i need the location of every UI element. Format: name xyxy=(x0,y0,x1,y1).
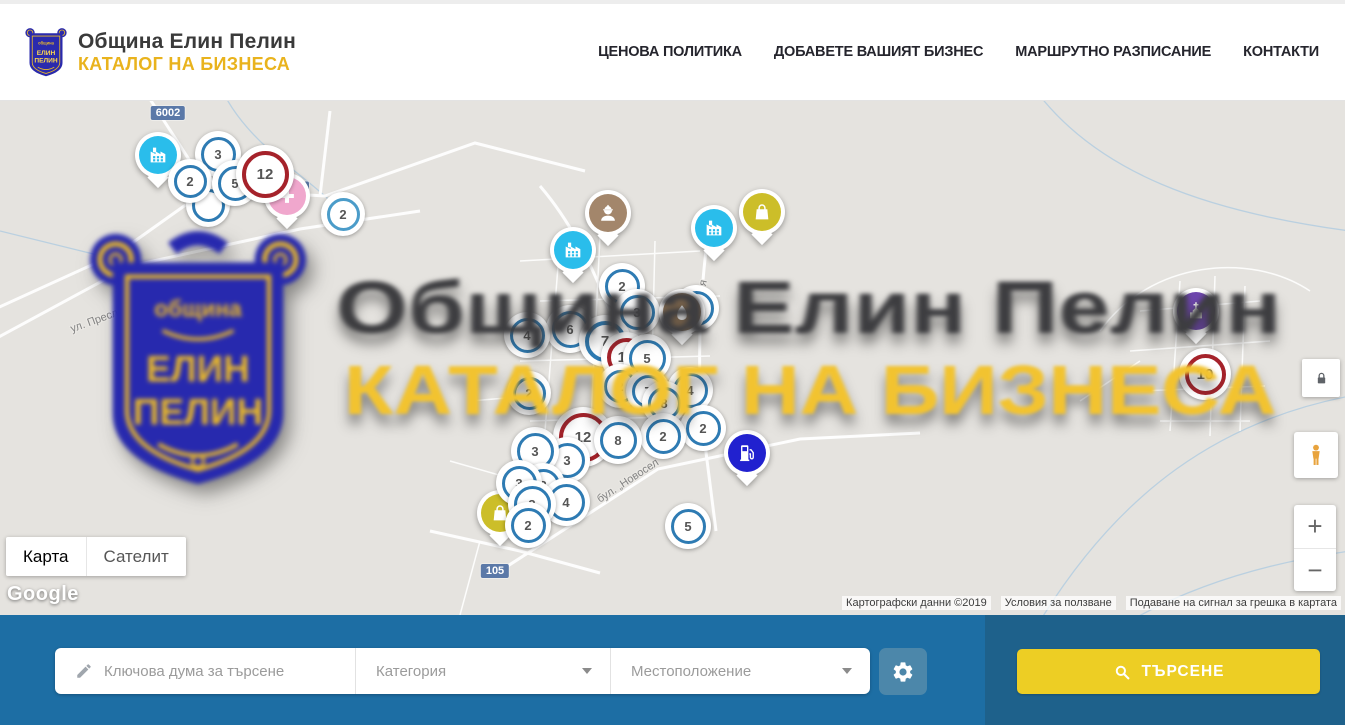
cluster-marker[interactable]: 2 xyxy=(168,159,212,203)
cluster-count: 12 xyxy=(242,151,289,198)
chevron-down-icon xyxy=(582,668,592,674)
advanced-settings-button[interactable] xyxy=(879,648,927,695)
gear-icon xyxy=(891,660,915,684)
report-error-link[interactable]: Подаване на сигнал за грешка в картата xyxy=(1126,596,1341,610)
map-type-satellite-button[interactable]: Сателит xyxy=(86,537,186,576)
google-logo[interactable]: Google xyxy=(7,583,79,606)
pegman-icon xyxy=(1303,440,1329,470)
svg-text:ЕЛИН: ЕЛИН xyxy=(37,50,56,57)
nav-contacts[interactable]: КОНТАКТИ xyxy=(1243,44,1319,60)
cluster-count: 2 xyxy=(327,198,360,231)
church-icon xyxy=(1177,292,1215,330)
map-type-map-button[interactable]: Карта xyxy=(6,537,86,576)
road-badge: 105 xyxy=(481,564,509,578)
location-select[interactable]: Местоположение xyxy=(610,648,870,694)
cluster-marker[interactable]: 4 xyxy=(504,312,550,358)
lock-icon xyxy=(1313,370,1330,387)
pegman-button[interactable] xyxy=(1294,432,1338,478)
cluster-marker[interactable]: 8 xyxy=(594,416,642,464)
cluster-marker[interactable]: 2 xyxy=(321,192,365,236)
droplet-pin[interactable] xyxy=(659,289,705,347)
cluster-count: 5 xyxy=(671,509,706,544)
church-pin[interactable] xyxy=(1173,288,1219,346)
droplet-icon xyxy=(663,293,701,331)
search-form: Категория Местоположение xyxy=(55,648,870,694)
site-logo[interactable]: община ЕЛИН ПЕЛИН Община Елин Пелин КАТА… xyxy=(24,24,296,80)
cluster-count: 10 xyxy=(1185,354,1226,395)
pencil-icon xyxy=(75,662,93,680)
factory-icon xyxy=(695,209,733,247)
nav-pricing-policy[interactable]: ЦЕНОВА ПОЛИТИКА xyxy=(598,44,742,60)
cluster-count: 2 xyxy=(511,508,546,543)
map-type-control: Карта Сателит xyxy=(6,537,186,576)
category-select[interactable]: Категория xyxy=(355,648,610,694)
svg-text:община: община xyxy=(38,40,55,45)
terms-link[interactable]: Условия за ползване xyxy=(1001,596,1116,610)
svg-text:ПЕЛИН: ПЕЛИН xyxy=(34,57,58,64)
site-subtitle: КАТАЛОГ НА БИЗНЕСА xyxy=(78,54,296,75)
cluster-count: 2 xyxy=(513,377,546,410)
search-icon xyxy=(1113,663,1131,681)
location-label: Местоположение xyxy=(631,663,751,680)
category-label: Категория xyxy=(376,663,446,680)
road-badge: 6002 xyxy=(151,106,185,120)
site-title: Община Елин Пелин xyxy=(78,30,296,54)
search-button-label: ТЪРСЕНЕ xyxy=(1142,663,1225,681)
search-bar: Категория Местоположение ТЪРСЕНЕ xyxy=(0,615,1345,725)
municipality-emblem-icon: община ЕЛИН ПЕЛИН xyxy=(24,24,68,80)
keyword-field xyxy=(55,648,355,694)
keyword-input[interactable] xyxy=(104,663,334,680)
cluster-marker[interactable]: 5 xyxy=(665,503,711,549)
factory-pin[interactable] xyxy=(550,227,596,285)
cluster-count: 8 xyxy=(600,422,637,459)
shopping-bag-pin[interactable] xyxy=(739,189,785,247)
lock-button[interactable] xyxy=(1302,359,1340,397)
cluster-marker[interactable]: 2 xyxy=(507,371,551,415)
search-button[interactable]: ТЪРСЕНЕ xyxy=(1017,649,1320,694)
cluster-marker[interactable]: 2 xyxy=(640,413,686,459)
cluster-count: 2 xyxy=(646,419,681,454)
nav-route-schedule[interactable]: МАРШРУТНО РАЗПИСАНИЕ xyxy=(1015,44,1211,60)
zoom-out-button[interactable]: − xyxy=(1294,549,1336,592)
main-nav: ЦЕНОВА ПОЛИТИКА ДОБАВЕТЕ ВАШИЯТ БИЗНЕС МАР… xyxy=(598,44,1319,60)
header: община ЕЛИН ПЕЛИН Община Елин Пелин КАТА… xyxy=(0,0,1345,101)
shopping-bag-icon xyxy=(743,193,781,231)
zoom-in-button[interactable]: + xyxy=(1294,505,1336,549)
map[interactable]: 3251222356471352274822128338343251060021… xyxy=(0,101,1345,615)
fuel-pin[interactable] xyxy=(724,430,770,488)
cluster-count: 4 xyxy=(510,318,545,353)
map-attribution: Картографски данни ©2019 Условия за полз… xyxy=(842,596,1341,610)
cluster-count: 2 xyxy=(174,165,207,198)
nav-add-your-business[interactable]: ДОБАВЕТЕ ВАШИЯТ БИЗНЕС xyxy=(774,44,983,60)
cluster-marker[interactable]: 10 xyxy=(1179,348,1231,400)
cluster-marker[interactable]: 2 xyxy=(505,502,551,548)
fuel-icon xyxy=(728,434,766,472)
zoom-control: + − xyxy=(1294,505,1336,591)
factory-icon xyxy=(554,231,592,269)
map-data-copyright: Картографски данни ©2019 xyxy=(842,596,991,610)
factory-pin[interactable] xyxy=(691,205,737,263)
cluster-marker[interactable]: 2 xyxy=(680,405,726,451)
cluster-marker[interactable]: 12 xyxy=(236,145,294,203)
chevron-down-icon xyxy=(842,668,852,674)
cluster-count: 2 xyxy=(686,411,721,446)
